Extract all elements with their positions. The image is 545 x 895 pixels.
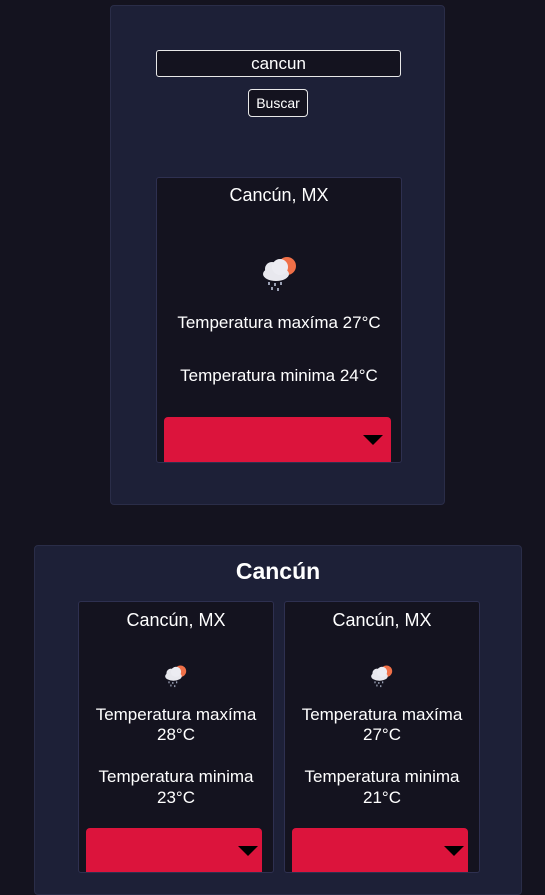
min-temp-label: Temperatura minima xyxy=(304,767,460,786)
min-temp-label: Temperatura minima xyxy=(98,767,254,786)
city-label: Cancún, MX xyxy=(229,185,329,205)
min-temp-label: Temperatura minima 24°C xyxy=(180,366,378,385)
expand-details-button[interactable] xyxy=(164,417,391,462)
max-temp-label: Temperatura maxíma xyxy=(301,705,463,724)
forecast-title: Cancún xyxy=(235,558,321,584)
rain-cloud-sun-icon xyxy=(165,665,187,688)
forecast-card: Cancún, MX Temperatura maxíma 28°C Tempe… xyxy=(78,601,274,873)
city-label: Cancún, MX xyxy=(332,610,432,630)
search-button[interactable]: Buscar xyxy=(248,89,308,117)
max-temp-label: Temperatura maxíma 27°C xyxy=(177,313,381,332)
forecast-card: Cancún, MX Temperatura maxíma 27°C Tempe… xyxy=(284,601,480,873)
caret-down-icon xyxy=(363,435,383,445)
search-input[interactable] xyxy=(156,50,401,77)
max-temp-label: Temperatura maxíma xyxy=(95,705,257,724)
city-label: Cancún, MX xyxy=(126,610,226,630)
search-panel: Buscar Cancún, MX Temperatura maxíma 27°… xyxy=(110,5,445,505)
forecast-panel: Cancún Cancún, MX Temperatura maxíma 28°… xyxy=(34,545,522,895)
rain-cloud-sun-icon xyxy=(263,257,296,291)
min-temp-value: 21°C xyxy=(363,788,401,807)
max-temp-value: 27°C xyxy=(363,725,401,744)
max-temp-value: 28°C xyxy=(157,725,195,744)
current-weather-card: Cancún, MX Temperatura maxíma 27°C Tempe… xyxy=(156,177,402,463)
expand-details-button[interactable] xyxy=(86,828,262,872)
expand-details-button[interactable] xyxy=(292,828,468,872)
min-temp-value: 23°C xyxy=(157,788,195,807)
rain-cloud-sun-icon xyxy=(371,665,393,688)
caret-down-icon xyxy=(238,846,258,856)
caret-down-icon xyxy=(444,846,464,856)
